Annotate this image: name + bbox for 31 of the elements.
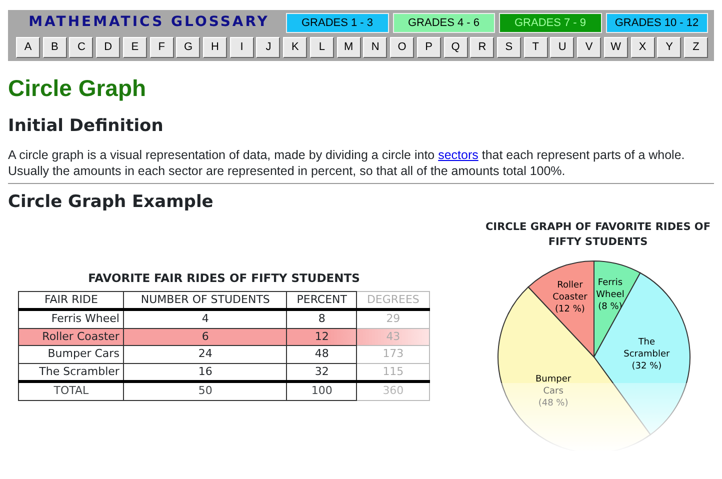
table-cell: 29	[356, 310, 430, 328]
table-cell: 43	[356, 328, 430, 346]
table-cell: 24	[124, 346, 287, 364]
page-title: Circle Graph	[8, 74, 148, 103]
table-cell: Ferris Wheel	[18, 310, 124, 328]
slice-label: Bumper Cars (48 %)	[536, 374, 572, 409]
site-title: MATHEMATICS GLOSSARY	[28, 13, 270, 32]
table-cell: 360	[356, 382, 430, 400]
table-cell: The Scrambler	[18, 363, 124, 382]
table-cell: 8	[286, 310, 357, 328]
table-cell: Roller Coaster	[18, 328, 124, 346]
chart-title: CIRCLE GRAPH OF FAVORITE RIDES OF FIFTY STUDENTS	[484, 220, 712, 250]
table-cell: Bumper Cars	[18, 346, 124, 364]
table-cell: 100	[286, 382, 357, 400]
table-title: FAVORITE FAIR RIDES OF FIFTY STUDENTS	[87, 270, 361, 286]
table-cell: 48	[286, 346, 357, 364]
slice-label: Roller Coaster (12 %)	[552, 280, 588, 314]
column-header: PERCENT	[286, 291, 357, 310]
column-header: DEGREES	[356, 291, 430, 310]
table-cell: 173	[356, 346, 430, 364]
table-cell: 4	[124, 310, 287, 328]
column-header: FAIR RIDE	[18, 291, 124, 310]
table-cell: 6	[124, 328, 287, 346]
section-heading: Initial Definition	[8, 114, 164, 138]
column-header: NUMBER OF STUDENTS	[124, 291, 287, 310]
table-cell: 12	[286, 328, 357, 346]
table-cell: 50	[124, 382, 287, 400]
definition-paragraph: A circle graph is a visual representation of data, made by dividing a circle into sectors that each represent parts of a whole. Usually the amounts in each sector are represented in percent, so that all of the amounts total 100%.	[8, 147, 686, 179]
section-heading: Circle Graph Example	[8, 191, 214, 214]
table-cell: TOTAL	[18, 382, 124, 400]
slice-label: The Scrambler (32 %)	[624, 338, 670, 372]
